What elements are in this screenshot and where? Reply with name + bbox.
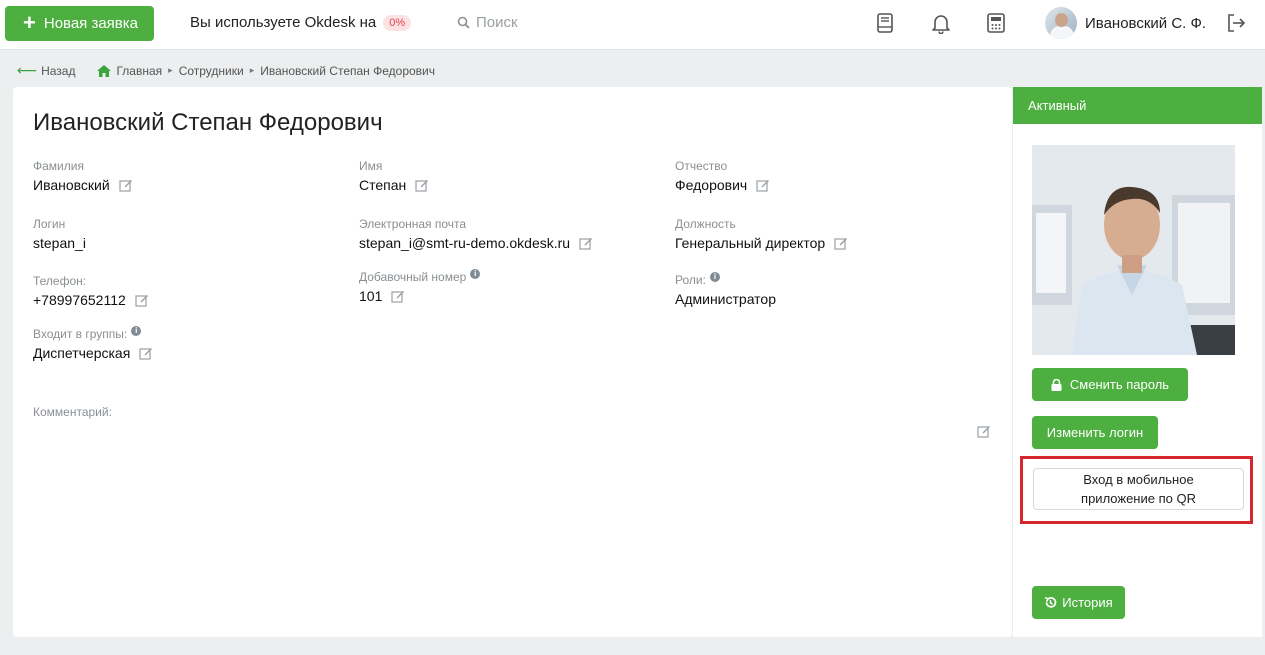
edit-icon[interactable] [391, 289, 405, 303]
user-menu[interactable]: Ивановский С. Ф. [1045, 7, 1206, 39]
history-button[interactable]: История [1032, 586, 1125, 619]
edit-icon[interactable] [834, 236, 848, 250]
field-label: Отчество [675, 159, 728, 173]
field-label: Добавочный номер [359, 270, 467, 284]
search-icon [457, 16, 470, 29]
back-label: Назад [41, 63, 76, 78]
breadcrumb-current: Ивановский Степан Федорович [260, 63, 436, 78]
field-label: Имя [359, 159, 383, 173]
employee-card: Ивановский Степан Федорович Фамилия Иван… [13, 87, 1012, 637]
bell-icon[interactable] [930, 12, 952, 34]
info-icon[interactable]: i [131, 326, 142, 336]
edit-icon[interactable] [119, 178, 133, 192]
side-panel: Активный Сменить пароль Изменить логин В… [1013, 87, 1262, 637]
field-value: Ивановский [33, 177, 110, 193]
info-icon[interactable]: i [470, 269, 481, 279]
comment-edit-icon[interactable] [977, 424, 991, 438]
field-value: stepan_i [33, 235, 86, 251]
top-bar: + Новая заявка Вы используете Okdesk на … [0, 0, 1265, 50]
field-label: Входит в группы: [33, 327, 128, 341]
status-badge: Активный [1013, 87, 1262, 124]
field-label: Комментарий: [33, 405, 112, 419]
field-login: Логин stepan_i [33, 217, 86, 251]
search-placeholder: Поиск [476, 14, 518, 31]
edit-icon[interactable] [139, 346, 153, 360]
field-label: Логин [33, 217, 66, 231]
field-value: 101 [359, 288, 383, 304]
field-roles: Роли: i Администратор [675, 272, 777, 307]
field-value: +78997652112 [33, 292, 126, 308]
breadcrumb-separator: ▸ [168, 65, 173, 75]
avatar [1045, 7, 1077, 39]
field-label: Фамилия [33, 159, 84, 173]
new-request-button[interactable]: + Новая заявка [5, 6, 154, 41]
page-title: Ивановский Степан Федорович [33, 109, 383, 136]
change-login-label: Изменить логин [1046, 425, 1144, 440]
edit-icon[interactable] [756, 178, 770, 192]
field-label: Электронная почта [359, 217, 467, 231]
lock-icon [1051, 378, 1062, 391]
field-label: Роли: [675, 273, 706, 287]
breadcrumb-employees[interactable]: Сотрудники [179, 64, 244, 78]
qr-label-line2: приложение по QR [1081, 491, 1196, 506]
field-first-name: Имя Степан [359, 159, 429, 193]
home-icon [97, 64, 112, 77]
breadcrumb-home[interactable]: Главная [97, 64, 162, 78]
mobile-qr-login-button[interactable]: Вход в мобильное приложение по QR [1033, 468, 1244, 510]
edit-icon[interactable] [135, 293, 149, 307]
usage-text: Вы используете Okdesk на [190, 14, 377, 31]
edit-icon[interactable] [579, 236, 593, 250]
knowledge-base-icon[interactable] [874, 12, 896, 34]
change-password-button[interactable]: Сменить пароль [1032, 368, 1188, 401]
breadcrumb: ⟵ Назад Главная ▸ Сотрудники ▸ Ивановски… [17, 62, 435, 79]
field-last-name: Фамилия Ивановский [33, 159, 133, 193]
field-groups: Входит в группы: i Диспетчерская [33, 326, 153, 361]
search-input[interactable]: Поиск [457, 14, 518, 31]
field-label: Должность [675, 217, 736, 231]
calculator-icon[interactable] [985, 12, 1007, 34]
edit-icon[interactable] [415, 178, 429, 192]
user-name: Ивановский С. Ф. [1085, 14, 1207, 32]
plus-icon: + [23, 9, 36, 35]
field-email: Электронная почта stepan_i@smt-ru-demo.o… [359, 217, 593, 251]
field-value: Степан [359, 177, 407, 193]
usage-badge[interactable]: 0% [383, 14, 412, 31]
history-icon [1044, 596, 1057, 608]
field-value: stepan_i@smt-ru-demo.okdesk.ru [359, 235, 571, 251]
qr-highlight-frame: Вход в мобильное приложение по QR [1020, 456, 1253, 524]
qr-label-line1: Вход в мобильное [1083, 472, 1194, 487]
employee-photo [1032, 145, 1235, 355]
logout-icon[interactable] [1225, 12, 1247, 34]
field-phone: Телефон: +78997652112 [33, 274, 149, 308]
back-link[interactable]: ⟵ Назад [17, 62, 75, 79]
field-value: Диспетчерская [33, 345, 131, 361]
field-value: Федорович [675, 177, 748, 193]
back-arrow-icon: ⟵ [17, 62, 38, 78]
change-password-label: Сменить пароль [1069, 377, 1170, 392]
history-label: История [1062, 595, 1113, 610]
change-login-button[interactable]: Изменить логин [1032, 416, 1158, 449]
field-extension: Добавочный номер i 101 [359, 269, 481, 304]
field-label: Телефон: [33, 274, 87, 288]
usage-info: Вы используете Okdesk на 0% [190, 14, 412, 31]
new-request-label: Новая заявка [43, 15, 139, 32]
breadcrumb-home-label: Главная [116, 63, 163, 78]
field-value: Администратор [675, 291, 777, 307]
breadcrumb-separator: ▸ [249, 65, 255, 75]
field-patronymic: Отчество Федорович [675, 159, 770, 193]
field-value: Генеральный директор [675, 235, 826, 251]
field-comment: Комментарий: [33, 405, 112, 419]
info-icon[interactable]: i [709, 272, 720, 282]
field-position: Должность Генеральный директор [675, 217, 848, 251]
